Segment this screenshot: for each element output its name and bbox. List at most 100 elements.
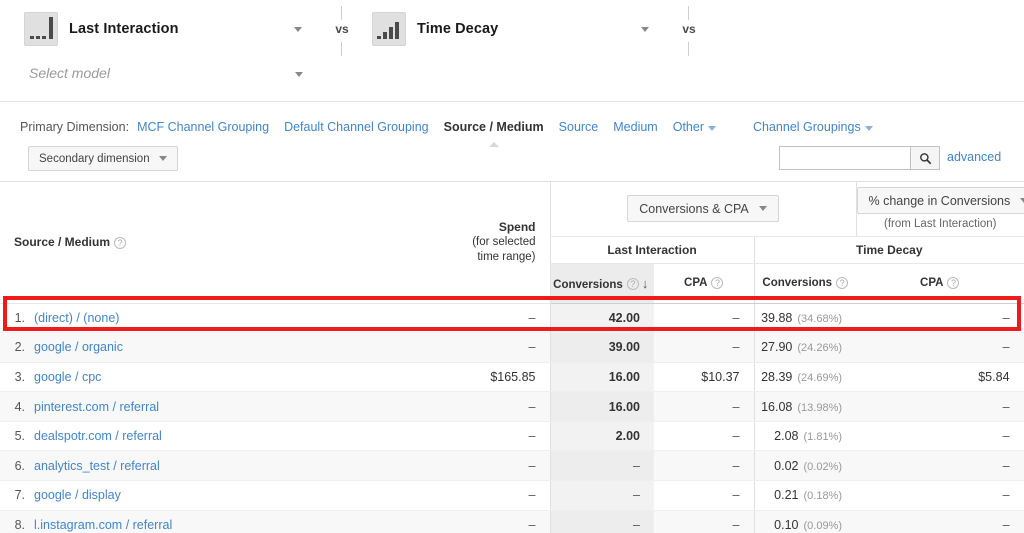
table-row[interactable]: 6. analytics_test / referral – – – 0.02(… — [0, 451, 1024, 481]
row-td-percent: (24.69%) — [797, 372, 842, 384]
row-td-percent: (1.81%) — [803, 431, 842, 443]
col-header-time-decay-conversions[interactable]: Conversions? — [754, 263, 856, 303]
row-spend: – — [450, 481, 550, 511]
group-header-last-interaction: Last Interaction — [550, 236, 754, 263]
row-source-cell: dealspotr.com / referral — [34, 421, 450, 451]
advanced-link[interactable]: advanced — [947, 150, 1001, 164]
dimension-link-medium[interactable]: Medium — [613, 120, 657, 134]
row-index: 8. — [0, 510, 34, 533]
col-header-last-interaction-conversions[interactable]: Conversions?↓ — [550, 263, 654, 303]
col-header-td-conversions-label: Conversions — [762, 277, 832, 289]
row-td-conversions-cell: 16.08 (13.98%) — [754, 392, 856, 422]
row-spend: – — [450, 392, 550, 422]
dimension-link-source[interactable]: Source — [559, 120, 599, 134]
model-name-secondary: Time Decay — [417, 21, 498, 37]
model-selector-bar: Last Interaction vs Time Decay vs Select… — [0, 0, 1024, 102]
row-source-link[interactable]: google / organic — [34, 340, 123, 354]
help-icon[interactable]: ? — [836, 277, 848, 289]
group-header-time-decay: Time Decay — [754, 236, 1024, 263]
row-td-cpa: – — [856, 421, 1024, 451]
row-source-link[interactable]: l.instagram.com / referral — [34, 518, 172, 532]
row-li-conversions: 2.00 — [550, 421, 654, 451]
dimension-link-mcf-channel-grouping[interactable]: MCF Channel Grouping — [137, 120, 269, 134]
row-index: 2. — [0, 333, 34, 363]
dimension-link-channel-groupings[interactable]: Channel Groupings — [753, 120, 873, 134]
row-td-percent: (13.98%) — [797, 402, 842, 414]
row-li-conversions: – — [550, 481, 654, 511]
dimension-link-default-channel-grouping[interactable]: Default Channel Grouping — [284, 120, 429, 134]
search-input[interactable] — [779, 146, 924, 170]
row-td-conversions: 39.88 — [761, 311, 792, 325]
chevron-down-icon — [865, 126, 873, 131]
table-row[interactable]: 8. l.instagram.com / referral – – – 0.10… — [0, 510, 1024, 533]
table-row[interactable]: 2. google / organic – 39.00 – 27.90(24.2… — [0, 333, 1024, 363]
row-td-conversions: 0.10 — [774, 518, 798, 532]
vs-label-1: vs — [330, 22, 354, 36]
model-secondary-dropdown-caret[interactable] — [641, 27, 649, 32]
row-spend: – — [450, 510, 550, 533]
table-row[interactable]: 5. dealspotr.com / referral – 2.00 – 2.0… — [0, 421, 1024, 451]
row-source-cell: google / display — [34, 481, 450, 511]
row-li-conversions: 16.00 — [550, 362, 654, 392]
row-source-link[interactable]: google / display — [34, 488, 121, 502]
secondary-dimension-button[interactable]: Secondary dimension — [28, 146, 178, 171]
row-index: 3. — [0, 362, 34, 392]
model-slot-primary[interactable]: Last Interaction — [24, 12, 179, 46]
conversions-cpa-selector-label: Conversions & CPA — [639, 202, 749, 216]
row-index: 6. — [0, 451, 34, 481]
spend-header-cell: Spend (for selected time range) — [450, 182, 550, 303]
dimension-link-other[interactable]: Other — [673, 120, 716, 134]
col-header-last-interaction-cpa[interactable]: CPA? — [654, 263, 754, 303]
row-index: 5. — [0, 421, 34, 451]
dimension-link-channel-groupings-label: Channel Groupings — [753, 120, 861, 134]
help-icon[interactable]: ? — [114, 237, 126, 249]
row-source-link[interactable]: dealspotr.com / referral — [34, 429, 162, 443]
row-td-conversions: 27.90 — [761, 340, 792, 354]
vs-dash-top — [341, 6, 342, 20]
source-medium-header-cell: Source / Medium? — [0, 182, 450, 303]
select-model-dropdown-caret[interactable] — [295, 72, 303, 77]
row-source-link[interactable]: (direct) / (none) — [34, 311, 119, 325]
row-td-cpa: – — [856, 481, 1024, 511]
table-row[interactable]: 7. google / display – – – 0.21(0.18%) – … — [0, 481, 1024, 511]
help-icon[interactable]: ? — [627, 278, 639, 290]
bar-chart-time-decay-icon — [372, 12, 406, 46]
col-header-time-decay-cpa[interactable]: CPA? — [856, 263, 1024, 303]
model-slot-secondary[interactable]: Time Decay — [372, 12, 498, 46]
row-source-cell: google / cpc — [34, 362, 450, 392]
select-model-placeholder[interactable]: Select model — [29, 65, 110, 81]
table-row[interactable]: 1. (direct) / (none) – 42.00 – 39.88(34.… — [0, 303, 1024, 333]
col-header-td-cpa-label: CPA — [920, 277, 943, 289]
vs-divider-1: vs — [330, 0, 354, 60]
row-li-conversions: 16.00 — [550, 392, 654, 422]
source-medium-header: Source / Medium? — [0, 235, 450, 249]
table-row[interactable]: 3. google / cpc $165.85 16.00 $10.37 28.… — [0, 362, 1024, 392]
row-li-cpa: – — [654, 481, 754, 511]
table-control-row: Source / Medium? Spend (for selected tim… — [0, 182, 1024, 236]
row-source-link[interactable]: analytics_test / referral — [34, 459, 160, 473]
search-button[interactable] — [910, 146, 940, 170]
primary-dimension-bar: Primary Dimension: MCF Channel Grouping … — [0, 112, 1024, 142]
row-td-conversions: 16.08 — [761, 400, 792, 414]
row-td-conversions: 0.02 — [774, 459, 798, 473]
row-td-conversions-cell: 27.90(24.26%) — [754, 333, 856, 363]
percent-change-selector[interactable]: % change in Conversions — [857, 187, 1024, 214]
conversions-cpa-selector[interactable]: Conversions & CPA — [627, 195, 779, 222]
source-medium-header-label: Source / Medium — [14, 235, 110, 249]
row-li-cpa: – — [654, 392, 754, 422]
row-source-link[interactable]: pinterest.com / referral — [34, 400, 159, 414]
row-td-cpa: – — [856, 451, 1024, 481]
dimension-link-source-medium[interactable]: Source / Medium — [444, 120, 544, 134]
table-row[interactable]: 4. pinterest.com / referral – 16.00 – 16… — [0, 392, 1024, 422]
row-td-cpa: – — [856, 333, 1024, 363]
row-source-link[interactable]: google / cpc — [34, 370, 101, 384]
model-primary-dropdown-caret[interactable] — [294, 27, 302, 32]
sort-descending-icon[interactable]: ↓ — [642, 276, 649, 291]
help-icon[interactable]: ? — [947, 277, 959, 289]
row-index: 1. — [0, 303, 34, 333]
help-icon[interactable]: ? — [711, 277, 723, 289]
spend-header: Spend (for selected time range) — [450, 220, 550, 264]
row-li-cpa: – — [654, 303, 754, 333]
row-source-cell: (direct) / (none) — [34, 303, 450, 333]
model-comparison-tool: Last Interaction vs Time Decay vs Select… — [0, 0, 1024, 533]
